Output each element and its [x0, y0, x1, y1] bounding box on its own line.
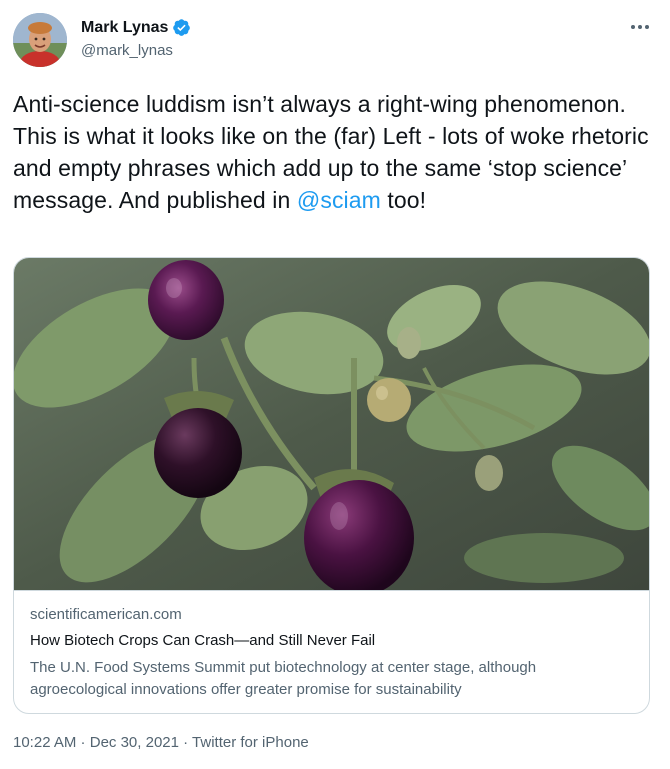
- tweet-date[interactable]: Dec 30, 2021: [90, 734, 179, 751]
- tweet: Mark Lynas @mark_lynas Anti-science ludd…: [0, 0, 670, 769]
- link-card[interactable]: scientificamerican.com How Biotech Crops…: [13, 257, 650, 714]
- card-divider: [14, 590, 649, 591]
- tweet-text: Anti-science luddism isn’t always a righ…: [13, 88, 653, 216]
- author-handle[interactable]: @mark_lynas: [81, 42, 173, 59]
- tweet-time[interactable]: 10:22 AM: [13, 734, 76, 751]
- display-name[interactable]: Mark Lynas: [81, 19, 168, 37]
- card-domain: scientificamerican.com: [30, 606, 182, 623]
- tweet-source[interactable]: Twitter for iPhone: [192, 734, 309, 751]
- avatar-photo: [13, 13, 67, 67]
- mention-link[interactable]: @sciam: [297, 187, 381, 213]
- more-horizontal-icon: [631, 25, 635, 29]
- more-options-button[interactable]: [624, 15, 656, 39]
- tweet-text-tail: too!: [380, 187, 427, 213]
- avatar[interactable]: [13, 13, 67, 67]
- meta-separator: ·: [76, 734, 90, 751]
- eggplant-plant-photo: [14, 258, 649, 590]
- card-title: How Biotech Crops Can Crash—and Still Ne…: [30, 632, 376, 649]
- verified-badge-icon: [173, 19, 191, 36]
- card-description: The U.N. Food Systems Summit put biotech…: [30, 659, 537, 698]
- meta-separator: ·: [178, 734, 193, 751]
- author-name-row[interactable]: Mark Lynas: [81, 18, 191, 37]
- tweet-meta: 10:22 AM · Dec 30, 2021 · Twitter for iP…: [13, 734, 309, 751]
